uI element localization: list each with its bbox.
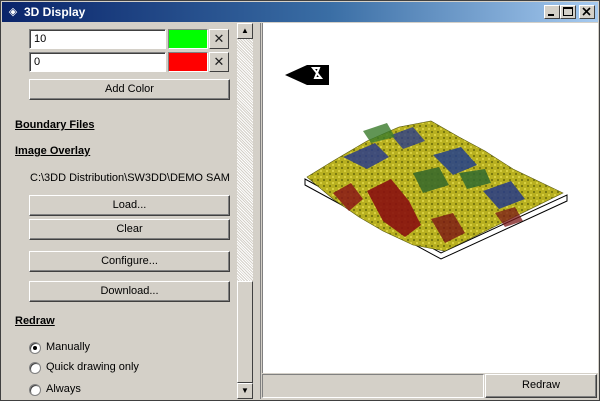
vertical-scrollbar[interactable]: ▲ ▼ xyxy=(237,23,253,399)
overlay-path: C:\3DD Distribution\SW3DD\DEMO SAM xyxy=(30,172,230,184)
minimize-button[interactable] xyxy=(544,5,560,19)
radio-label: Quick drawing only xyxy=(46,361,139,373)
pane-splitter[interactable] xyxy=(253,23,261,399)
scroll-thumb[interactable] xyxy=(237,281,253,383)
load-button[interactable]: Load... xyxy=(29,195,230,216)
radio-selected[interactable] xyxy=(29,342,41,354)
download-button-label: Download... xyxy=(100,285,159,297)
scroll-down-button[interactable]: ▼ xyxy=(237,383,253,399)
color-level-swatch[interactable] xyxy=(168,29,208,49)
redraw-button[interactable]: Redraw xyxy=(485,374,597,398)
boundary-files-section[interactable]: Boundary Files xyxy=(15,119,94,131)
terrain-render xyxy=(285,65,568,260)
window: ◈ 3D Display 10 ✕ 0 ✕ Add Color Boundary… xyxy=(0,0,600,401)
close-icon xyxy=(582,7,591,16)
maximize-icon xyxy=(563,7,573,16)
color-level-value-input[interactable]: 0 xyxy=(29,52,166,72)
close-button[interactable] xyxy=(579,5,595,19)
minimize-icon xyxy=(548,14,554,16)
redraw-button-label: Redraw xyxy=(522,379,560,391)
redraw-section: Redraw xyxy=(15,315,55,327)
configure-button-label: Configure... xyxy=(101,255,158,267)
radio-unselected[interactable] xyxy=(29,384,41,396)
close-icon: ✕ xyxy=(213,54,225,69)
settings-panel: 10 ✕ 0 ✕ Add Color Boundary Files Image … xyxy=(3,23,253,399)
radio-label: Manually xyxy=(46,341,91,353)
radio-unselected[interactable] xyxy=(29,362,41,374)
configure-button[interactable]: Configure... xyxy=(29,251,230,272)
remove-color-button[interactable]: ✕ xyxy=(209,29,229,49)
clear-button[interactable]: Clear xyxy=(29,219,230,240)
arrow-up-icon: ▲ xyxy=(241,26,249,35)
diamond-app-icon: ◈ xyxy=(8,6,18,18)
load-button-label: Load... xyxy=(112,199,147,211)
north-arrow-icon xyxy=(285,65,329,85)
3d-view[interactable] xyxy=(262,23,598,373)
download-button[interactable]: Download... xyxy=(29,281,230,302)
window-title: 3D Display xyxy=(24,5,86,19)
scroll-up-button[interactable]: ▲ xyxy=(237,23,253,39)
color-level-value-input[interactable]: 10 xyxy=(29,29,166,49)
status-bar xyxy=(262,374,484,398)
radio-label: Always xyxy=(46,383,81,395)
add-color-button[interactable]: Add Color xyxy=(29,79,230,100)
color-level-swatch[interactable] xyxy=(168,52,208,72)
maximize-button[interactable] xyxy=(560,5,576,19)
image-overlay-section[interactable]: Image Overlay xyxy=(15,145,90,157)
remove-color-button[interactable]: ✕ xyxy=(209,52,229,72)
arrow-down-icon: ▼ xyxy=(241,386,249,395)
title-bar[interactable]: ◈ 3D Display xyxy=(2,2,598,22)
close-icon: ✕ xyxy=(213,31,225,46)
clear-button-label: Clear xyxy=(116,223,143,235)
